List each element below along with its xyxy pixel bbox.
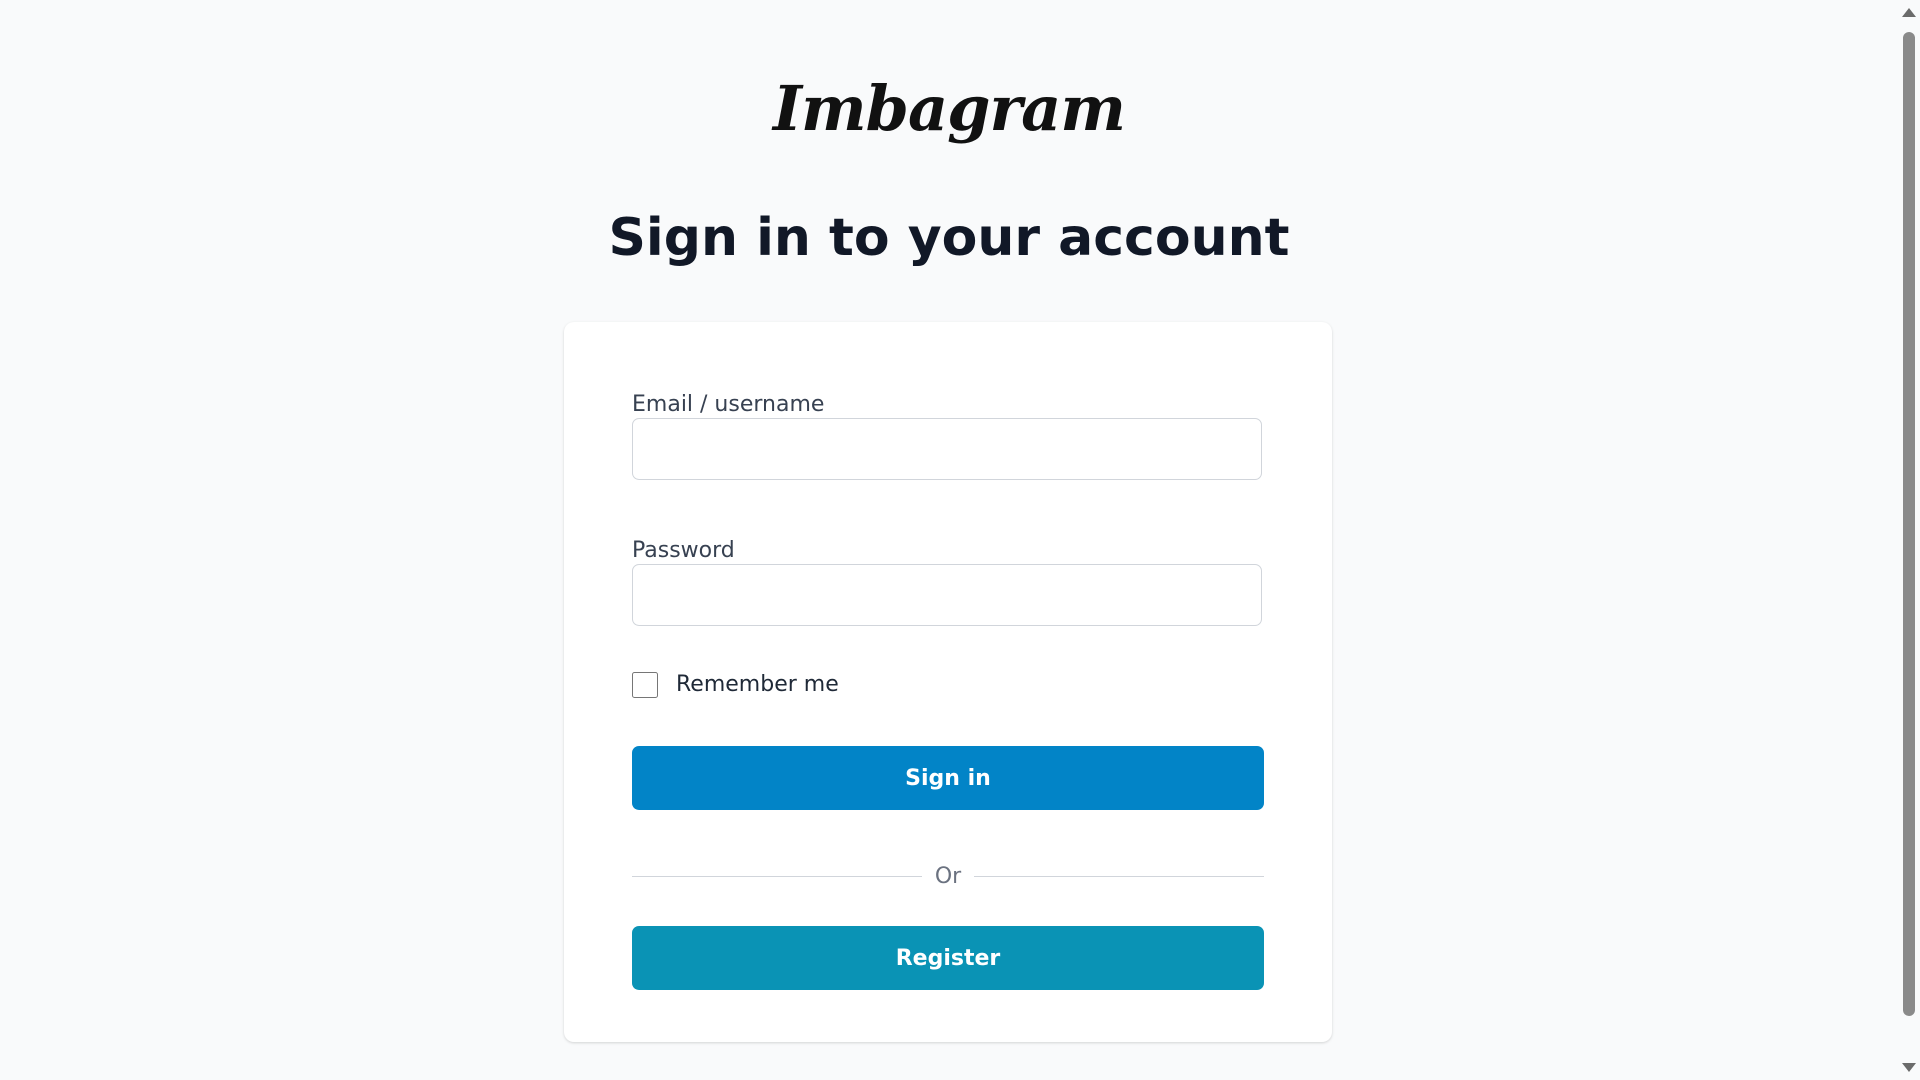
divider-text: Or bbox=[934, 864, 962, 889]
vertical-scrollbar[interactable] bbox=[1898, 0, 1920, 1080]
page: Imbagram Sign in to your account Email /… bbox=[0, 0, 1920, 1080]
scroll-up-arrow-icon[interactable] bbox=[1902, 8, 1916, 17]
password-input[interactable] bbox=[632, 564, 1262, 626]
register-button[interactable]: Register bbox=[632, 926, 1264, 990]
scrollbar-thumb[interactable] bbox=[1903, 32, 1915, 1016]
main-content: Imbagram Sign in to your account Email /… bbox=[0, 0, 1898, 1080]
remember-me-label[interactable]: Remember me bbox=[676, 670, 839, 700]
brand-logo: Imbagram bbox=[773, 72, 1126, 145]
sign-in-card: Email / username Password Remember me Si… bbox=[564, 322, 1332, 1042]
remember-me-checkbox[interactable] bbox=[632, 672, 658, 698]
divider-line-right bbox=[974, 876, 1264, 877]
password-label: Password bbox=[632, 538, 735, 563]
email-input[interactable] bbox=[632, 418, 1262, 480]
email-label: Email / username bbox=[632, 392, 825, 417]
scroll-down-arrow-icon[interactable] bbox=[1902, 1063, 1916, 1072]
page-title: Sign in to your account bbox=[608, 208, 1290, 268]
sign-in-button[interactable]: Sign in bbox=[632, 746, 1264, 810]
or-divider: Or bbox=[632, 862, 1264, 892]
